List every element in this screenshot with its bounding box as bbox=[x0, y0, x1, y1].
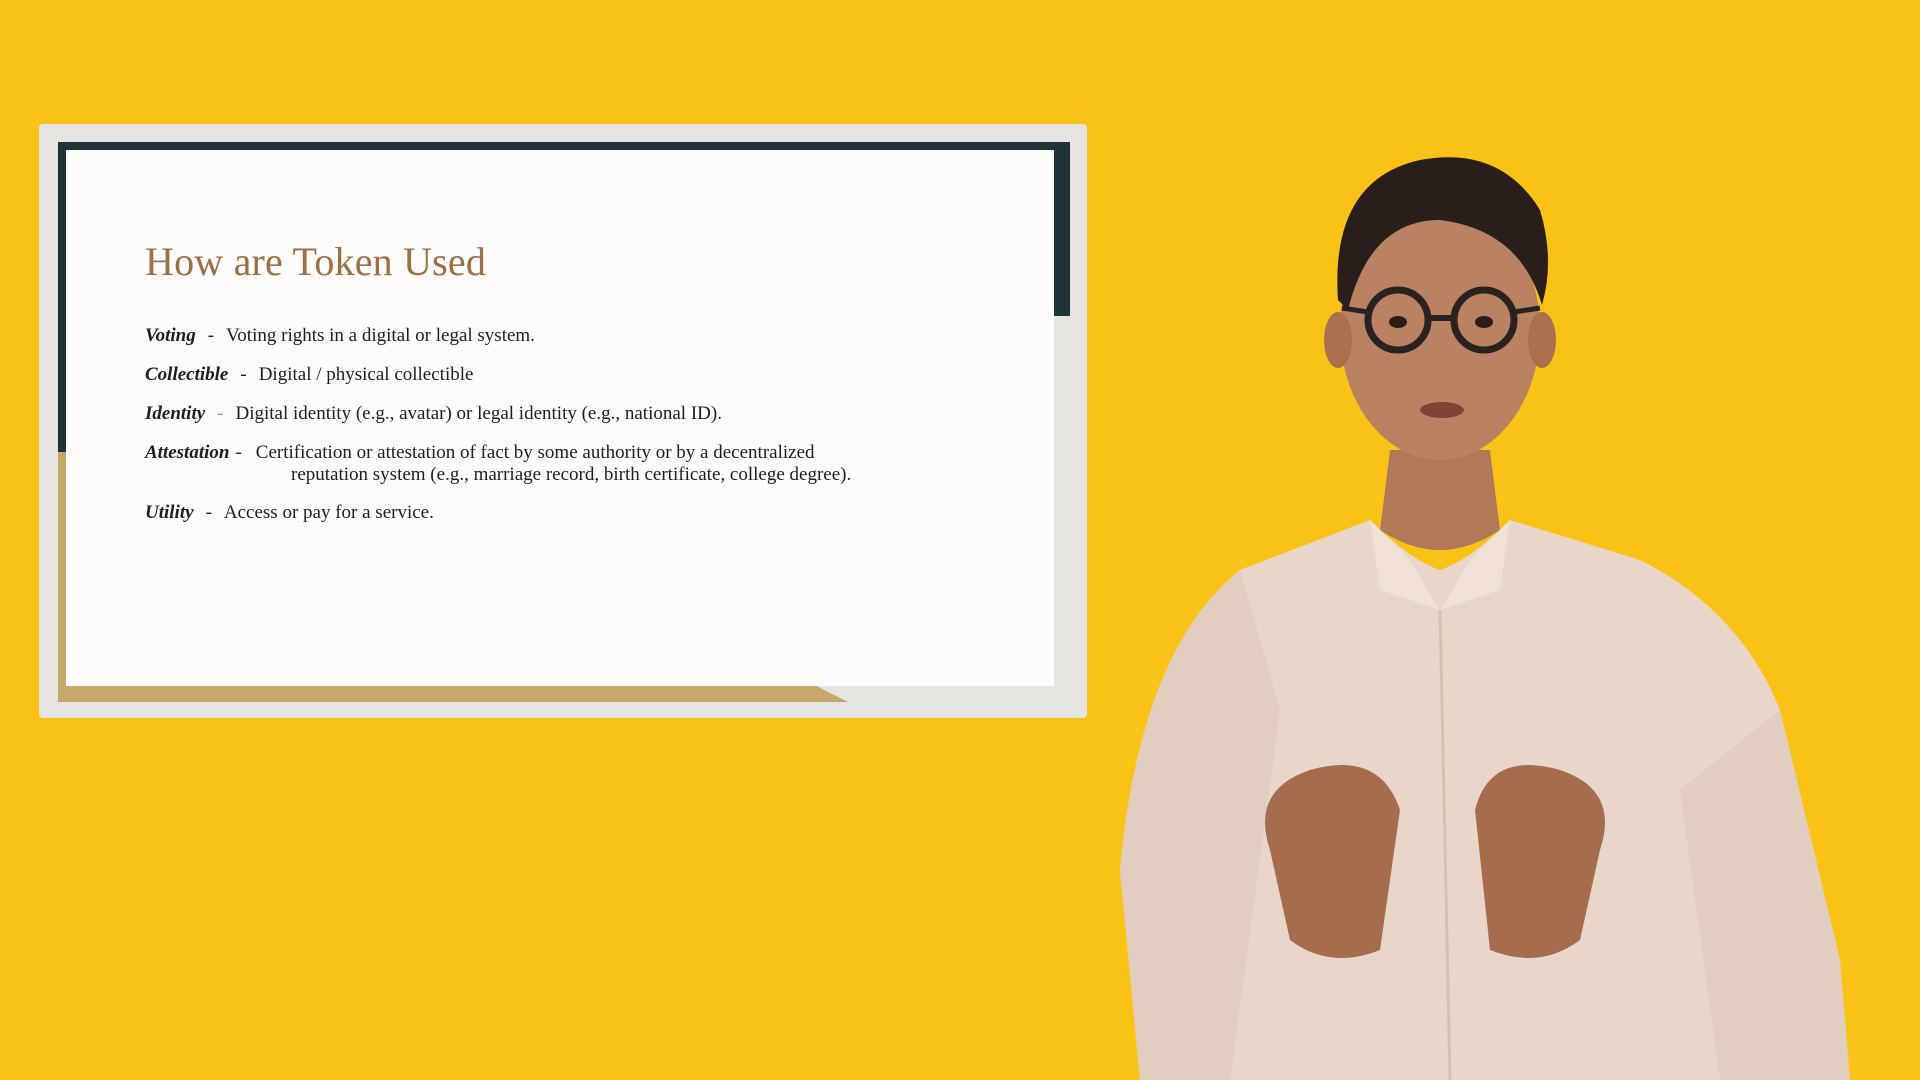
term-description: Digital identity (e.g., avatar) or legal… bbox=[235, 403, 722, 424]
term-description: Voting rights in a digital or legal syst… bbox=[226, 325, 535, 346]
term-label: Utility bbox=[145, 502, 194, 523]
list-item-identity: Identity - Digital identity (e.g., avatar)… bbox=[145, 403, 722, 425]
dash: - bbox=[217, 403, 224, 424]
list-item-collectible: Collectible - Digital / physical collectib… bbox=[145, 364, 473, 386]
list-item-attestation: Attestation - Certification or attestation… bbox=[145, 442, 815, 464]
term-label: Voting bbox=[145, 325, 196, 346]
list-item-voting: Voting - Voting rights in a digital or leg… bbox=[145, 325, 535, 347]
dash: - bbox=[207, 325, 215, 346]
term-label: Identity bbox=[145, 403, 206, 424]
term-description: Certification or attestation of fact by … bbox=[255, 442, 815, 463]
dash: - bbox=[235, 442, 242, 463]
term-description: Digital / physical collectible bbox=[258, 364, 474, 385]
term-description-continued: reputation system (e.g., marriage record… bbox=[291, 464, 852, 485]
slide-gold-bottom bbox=[58, 686, 848, 702]
term-label: Collectible bbox=[145, 364, 229, 385]
dash: - bbox=[240, 364, 247, 385]
term-description: Access or pay for a service. bbox=[223, 502, 434, 523]
list-item-utility: Utility - Access or pay for a service. bbox=[145, 502, 434, 524]
video-frame: How are Token Used Voting - Voting rights … bbox=[0, 0, 1920, 1080]
slide-title: How are Token Used bbox=[145, 239, 487, 284]
presenter-figure-icon bbox=[1120, 157, 1850, 1080]
term-label: Attestation bbox=[145, 442, 230, 463]
dash: - bbox=[205, 502, 212, 523]
